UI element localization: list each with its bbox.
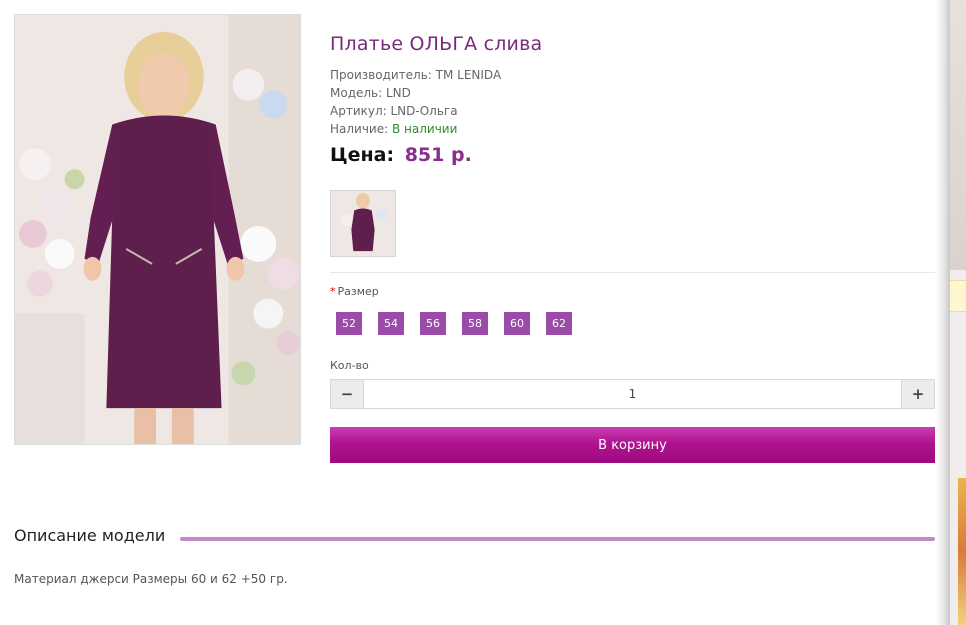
product-thumbnail[interactable] [330,190,396,257]
minus-icon: − [340,385,354,403]
product-meta: Производитель: ТМ LENIDA Модель: LND Арт… [330,66,501,138]
price: Цена: 851 р. [330,144,472,166]
size-option-62[interactable]: 62 [546,312,572,335]
size-option-60[interactable]: 60 [504,312,530,335]
size-option-56[interactable]: 56 [420,312,446,335]
background-page-strip [950,0,966,625]
size-option-52[interactable]: 52 [336,312,362,335]
availability: Наличие: В наличии [330,120,501,138]
increase-quantity-button[interactable]: + [901,380,934,408]
overlay-shadow [936,0,950,625]
size-option-54[interactable]: 54 [378,312,404,335]
background-tab [950,280,966,312]
product-title: Платье ОЛЬГА слива [330,33,543,55]
quantity-input[interactable] [364,380,901,408]
availability-status: В наличии [392,122,458,136]
size-options: 52 54 56 58 60 62 [336,312,572,335]
price-value: 851 р. [404,144,472,166]
description-text: Материал джерси Размеры 60 и 62 +50 гр. [14,572,288,586]
plus-icon: + [911,385,925,403]
add-to-cart-button[interactable]: В корзину [330,427,935,463]
price-label: Цена: [330,144,395,166]
size-label-text: Размер [337,285,379,298]
background-image [950,0,966,270]
section-divider [180,537,935,541]
size-option-58[interactable]: 58 [462,312,488,335]
background-image [958,478,966,625]
sku: Артикул: LND-Ольга [330,104,458,118]
product-page: Платье ОЛЬГА слива Производитель: ТМ LEN… [0,0,948,625]
model: Модель: LND [330,86,411,100]
required-mark: * [330,285,336,298]
manufacturer: Производитель: ТМ LENIDA [330,68,502,82]
quantity-label: Кол-во [330,359,369,372]
decrease-quantity-button[interactable]: − [331,380,364,408]
description-heading: Описание модели [14,526,166,545]
product-main-image[interactable] [14,14,301,445]
divider [330,272,935,273]
size-label: * Размер [330,285,379,298]
availability-label: Наличие: [330,122,389,136]
quantity-stepper: − + [330,379,935,409]
